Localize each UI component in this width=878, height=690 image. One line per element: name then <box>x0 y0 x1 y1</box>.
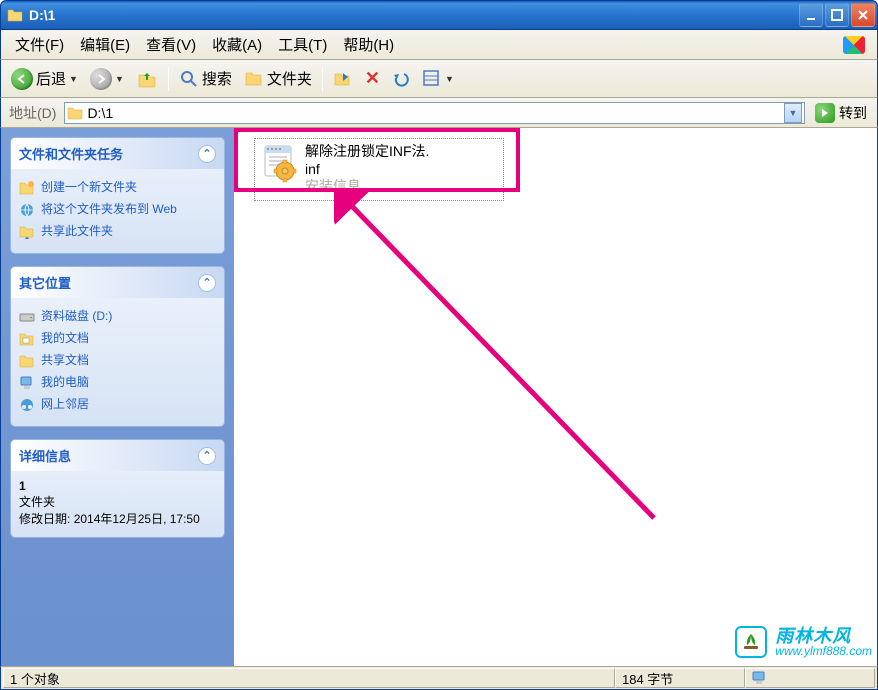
back-icon <box>11 68 33 90</box>
file-name-line2: inf <box>305 161 429 179</box>
toolbar: 后退 ▼ ▼ 搜索 文件夹 ✕ ▼ <box>0 60 878 98</box>
place-shared-docs[interactable]: 共享文档 <box>19 350 216 372</box>
close-button[interactable] <box>851 3 875 27</box>
windows-flag-icon <box>837 33 871 57</box>
undo-icon <box>392 70 410 88</box>
disk-icon <box>19 309 35 325</box>
address-value: D:\1 <box>83 105 784 121</box>
menu-help[interactable]: 帮助(H) <box>335 32 402 57</box>
place-data-disk[interactable]: 资料磁盘 (D:) <box>19 306 216 328</box>
globe-icon <box>19 202 35 218</box>
panel-header[interactable]: 文件和文件夹任务 ⌃ <box>11 138 224 169</box>
file-folder-tasks-panel: 文件和文件夹任务 ⌃ 创建一个新文件夹 将这个文件夹发布到 Web 共享此文件夹 <box>11 138 224 253</box>
panel-header[interactable]: 详细信息 ⌃ <box>11 440 224 471</box>
place-my-documents[interactable]: 我的文档 <box>19 328 216 350</box>
undo-button[interactable] <box>388 68 414 90</box>
status-zone <box>745 668 875 688</box>
folder-icon <box>67 106 83 120</box>
task-publish-web[interactable]: 将这个文件夹发布到 Web <box>19 199 216 221</box>
views-button[interactable]: ▼ <box>418 67 458 91</box>
status-size: 184 字节 <box>615 668 745 688</box>
computer-icon <box>19 375 35 391</box>
forward-button[interactable]: ▼ <box>86 66 128 92</box>
address-bar: 地址(D) D:\1 ▼ 转到 <box>0 98 878 128</box>
documents-icon <box>19 331 35 347</box>
folders-label: 文件夹 <box>267 68 312 89</box>
details-name: 1 <box>19 479 216 493</box>
place-network[interactable]: 网上邻居 <box>19 394 216 416</box>
menu-edit[interactable]: 编辑(E) <box>72 32 138 57</box>
search-icon <box>179 69 199 89</box>
maximize-button[interactable] <box>825 3 849 27</box>
window-title: D:\1 <box>29 7 799 23</box>
details-type: 文件夹 <box>19 493 216 510</box>
other-places-panel: 其它位置 ⌃ 资料磁盘 (D:) 我的文档 共享文档 我的电脑 <box>11 267 224 426</box>
chevron-down-icon: ▼ <box>445 74 454 84</box>
task-share-folder[interactable]: 共享此文件夹 <box>19 221 216 243</box>
watermark: 雨林木风 www.ylmf888.com <box>735 626 872 658</box>
status-bar: 1 个对象 184 字节 <box>0 666 878 690</box>
panel-title: 其它位置 <box>19 273 71 292</box>
up-folder-icon <box>136 68 158 90</box>
go-button[interactable]: 转到 <box>809 103 873 123</box>
views-icon <box>422 69 442 89</box>
task-new-folder[interactable]: 创建一个新文件夹 <box>19 177 216 199</box>
chevron-down-icon: ▼ <box>115 74 124 84</box>
watermark-logo-icon <box>735 626 767 658</box>
tasks-sidebar: 文件和文件夹任务 ⌃ 创建一个新文件夹 将这个文件夹发布到 Web 共享此文件夹 <box>1 128 234 666</box>
new-folder-icon <box>19 180 35 196</box>
menu-view[interactable]: 查看(V) <box>138 32 204 57</box>
shared-docs-icon <box>19 353 35 369</box>
details-date: 修改日期: 2014年12月25日, 17:50 <box>19 510 216 527</box>
search-button[interactable]: 搜索 <box>175 66 236 91</box>
computer-icon <box>752 671 768 685</box>
address-input[interactable]: D:\1 ▼ <box>64 102 805 124</box>
panel-title: 详细信息 <box>19 446 71 465</box>
move-icon <box>333 69 353 89</box>
up-button[interactable] <box>132 66 162 92</box>
title-bar: D:\1 <box>0 0 878 30</box>
go-icon <box>815 103 835 123</box>
menu-favorites[interactable]: 收藏(A) <box>204 32 270 57</box>
go-label: 转到 <box>839 103 867 123</box>
folders-button[interactable]: 文件夹 <box>240 66 316 91</box>
share-folder-icon <box>19 224 35 240</box>
file-description: 安装信息 <box>305 178 429 196</box>
file-list-pane[interactable]: 解除注册锁定INF法. inf 安装信息 <box>234 128 877 666</box>
collapse-icon: ⌃ <box>198 447 216 465</box>
move-to-button[interactable] <box>329 67 357 91</box>
address-label: 地址(D) <box>5 103 60 123</box>
menu-file[interactable]: 文件(F) <box>7 32 72 57</box>
back-button[interactable]: 后退 ▼ <box>7 66 82 92</box>
watermark-brand: 雨林木风 <box>775 627 872 645</box>
collapse-icon: ⌃ <box>198 145 216 163</box>
inf-file-icon <box>259 143 299 183</box>
status-object-count: 1 个对象 <box>3 668 615 688</box>
minimize-button[interactable] <box>799 3 823 27</box>
collapse-icon: ⌃ <box>198 274 216 292</box>
annotation-arrow <box>334 188 664 528</box>
back-label: 后退 <box>36 68 66 89</box>
file-item-inf[interactable]: 解除注册锁定INF法. inf 安装信息 <box>254 138 504 201</box>
search-label: 搜索 <box>202 68 232 89</box>
details-panel: 详细信息 ⌃ 1 文件夹 修改日期: 2014年12月25日, 17:50 <box>11 440 224 537</box>
place-my-computer[interactable]: 我的电脑 <box>19 372 216 394</box>
chevron-down-icon: ▼ <box>69 74 78 84</box>
folder-icon <box>7 8 23 22</box>
address-dropdown[interactable]: ▼ <box>784 103 802 123</box>
panel-title: 文件和文件夹任务 <box>19 144 123 163</box>
folders-icon <box>244 69 264 89</box>
file-name-line1: 解除注册锁定INF法. <box>305 143 429 161</box>
delete-button[interactable]: ✕ <box>361 66 384 91</box>
menu-bar: 文件(F) 编辑(E) 查看(V) 收藏(A) 工具(T) 帮助(H) <box>0 30 878 60</box>
panel-header[interactable]: 其它位置 ⌃ <box>11 267 224 298</box>
delete-icon: ✕ <box>365 68 380 89</box>
menu-tools[interactable]: 工具(T) <box>270 32 335 57</box>
forward-icon <box>90 68 112 90</box>
network-icon <box>19 397 35 413</box>
watermark-url: www.ylmf888.com <box>775 645 872 657</box>
